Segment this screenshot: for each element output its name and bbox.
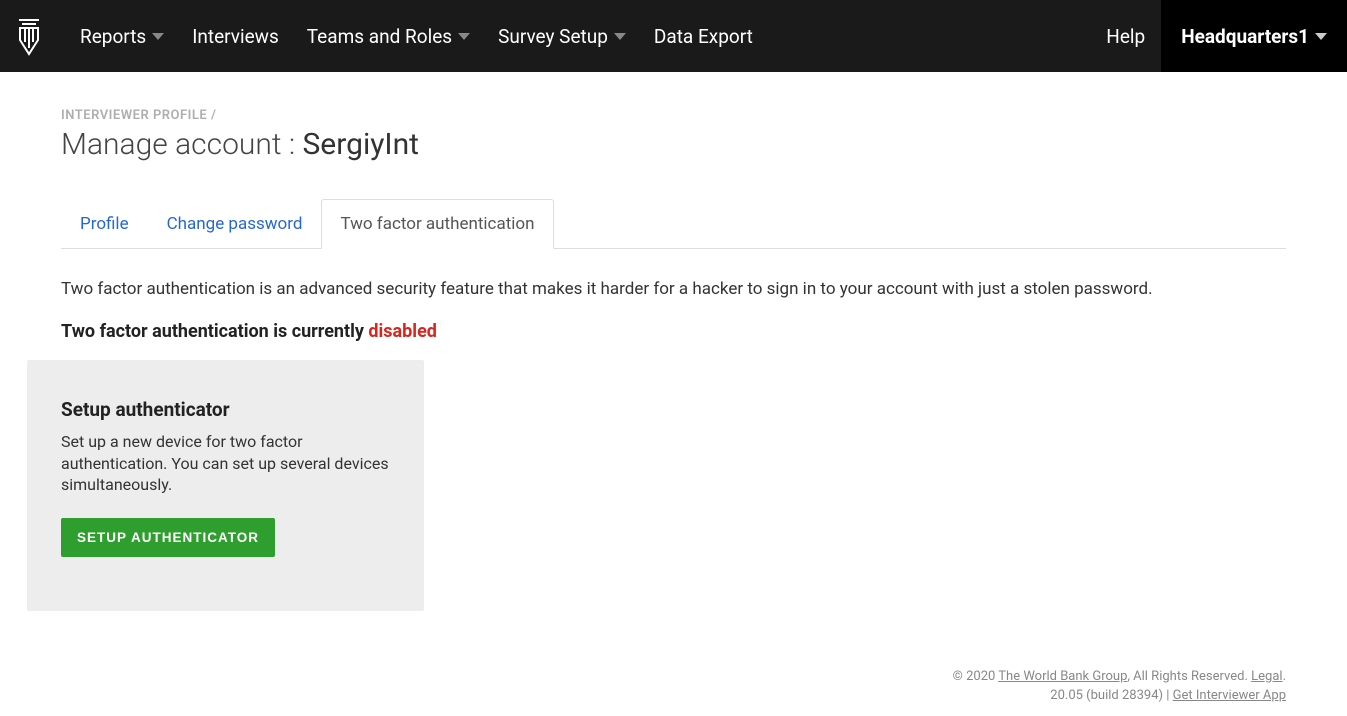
footer-legal-link[interactable]: Legal — [1251, 669, 1282, 684]
setup-authenticator-card: Setup authenticator Set up a new device … — [27, 360, 424, 611]
nav-right: Help Headquarters1 — [1090, 0, 1347, 72]
logo[interactable] — [16, 16, 42, 56]
two-factor-status: Two factor authentication is currently d… — [61, 321, 1286, 342]
page-title-username: SergiyInt — [302, 127, 418, 162]
two-factor-description: Two factor authentication is an advanced… — [61, 279, 1286, 299]
footer-org-link[interactable]: The World Bank Group — [998, 669, 1127, 684]
nav-label: Reports — [80, 25, 146, 48]
tab-two-factor[interactable]: Two factor authentication — [321, 199, 553, 249]
caret-down-icon — [614, 33, 626, 40]
setup-authenticator-button[interactable]: SETUP AUTHENTICATOR — [61, 518, 275, 557]
nav-label: Teams and Roles — [307, 25, 452, 48]
nav-account[interactable]: Headquarters1 — [1161, 0, 1347, 72]
tabs: Profile Change password Two factor authe… — [61, 198, 1286, 249]
nav-interviews[interactable]: Interviews — [178, 0, 293, 72]
nav-help[interactable]: Help — [1090, 0, 1161, 72]
tab-change-password[interactable]: Change password — [148, 199, 322, 249]
survey-logo-icon — [16, 16, 42, 56]
main-container: INTERVIEWER PROFILE / Manage account : S… — [61, 72, 1286, 611]
top-nav: Reports Interviews Teams and Roles Surve… — [0, 0, 1347, 72]
footer-rights: , All Rights Reserved. — [1127, 669, 1251, 684]
footer-version: 20.05 (build 28394) | — [1050, 688, 1172, 703]
nav-label: Data Export — [654, 25, 753, 48]
nav-items: Reports Interviews Teams and Roles Surve… — [66, 0, 1090, 72]
footer-app-link[interactable]: Get Interviewer App — [1173, 688, 1286, 703]
page-title-prefix: Manage account : — [61, 127, 302, 162]
footer-copyright: © 2020 — [953, 669, 999, 684]
caret-down-icon — [1315, 33, 1327, 40]
nav-data-export[interactable]: Data Export — [640, 0, 767, 72]
status-value: disabled — [368, 321, 437, 342]
card-title: Setup authenticator — [61, 398, 390, 421]
breadcrumb: INTERVIEWER PROFILE / — [61, 108, 1286, 123]
status-prefix: Two factor authentication is currently — [61, 321, 368, 342]
account-name: Headquarters1 — [1181, 25, 1309, 48]
page-title: Manage account : SergiyInt — [61, 127, 1286, 162]
caret-down-icon — [152, 33, 164, 40]
footer: © 2020 The World Bank Group, All Rights … — [61, 667, 1286, 716]
nav-label: Help — [1106, 25, 1145, 48]
caret-down-icon — [458, 33, 470, 40]
card-body: Set up a new device for two factor authe… — [61, 431, 390, 496]
nav-reports[interactable]: Reports — [66, 0, 178, 72]
nav-label: Interviews — [192, 25, 279, 48]
nav-label: Survey Setup — [498, 25, 608, 48]
nav-teams-and-roles[interactable]: Teams and Roles — [293, 0, 484, 72]
tab-profile[interactable]: Profile — [61, 199, 148, 249]
nav-survey-setup[interactable]: Survey Setup — [484, 0, 640, 72]
